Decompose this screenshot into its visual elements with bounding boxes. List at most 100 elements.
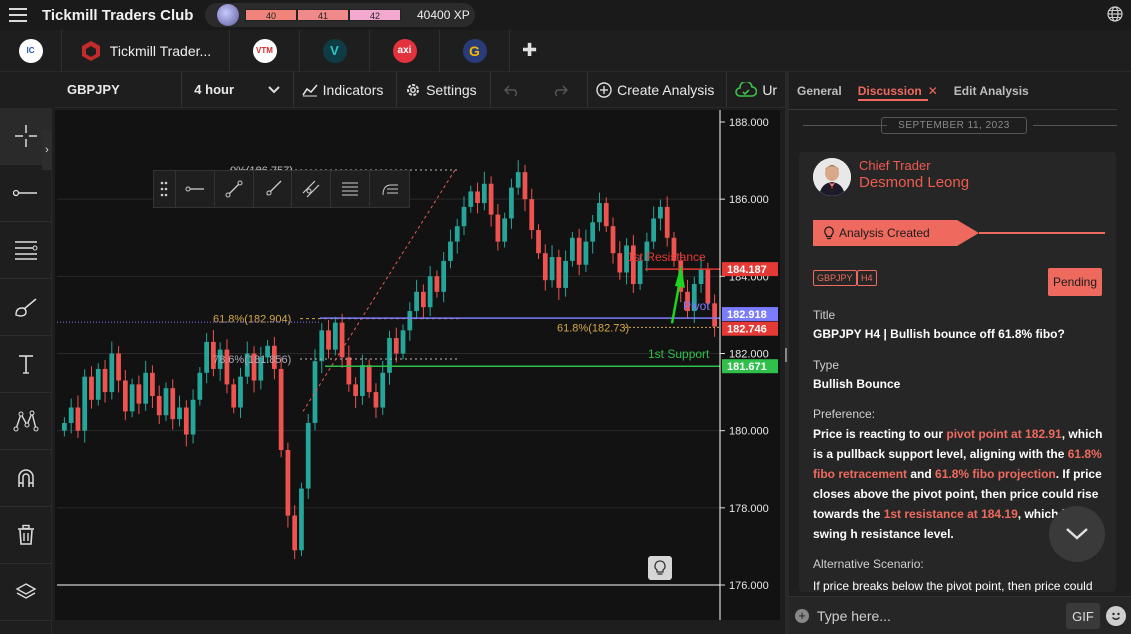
candle-body <box>610 226 616 254</box>
date-divider: SEPTEMBER 11, 2023 <box>789 116 1119 134</box>
candle-body <box>603 203 609 227</box>
fibonacci-tool[interactable] <box>0 222 52 279</box>
hamburger-icon[interactable] <box>0 0 36 30</box>
brush-tool[interactable] <box>0 279 52 336</box>
globe-icon[interactable] <box>1107 6 1123 22</box>
text-tool[interactable] <box>0 336 52 393</box>
magnet-tool[interactable] <box>0 450 52 507</box>
xp-progress[interactable]: 40 41 42 40400 XP <box>205 3 475 27</box>
indicators-label: Indicators <box>322 81 384 98</box>
tab-broker-g[interactable]: G <box>440 29 510 72</box>
redo-button[interactable] <box>538 72 589 107</box>
lightbulb-icon[interactable] <box>648 556 672 580</box>
avatar[interactable] <box>813 158 851 196</box>
candle-body <box>183 407 189 435</box>
candle-body <box>563 260 568 288</box>
candle-body <box>509 187 514 219</box>
horizontal-ray-icon[interactable] <box>176 171 215 207</box>
tab-icmarkets[interactable]: IC <box>0 29 62 72</box>
emoji-icon[interactable] <box>1106 606 1126 626</box>
projection-label: 61.8%(182.73) <box>557 322 629 334</box>
top-bar: Tickmill Traders Club 40 41 42 40400 XP <box>0 0 1131 30</box>
candle-body <box>475 191 480 204</box>
candle-body <box>542 253 548 281</box>
brush-icon <box>15 298 37 317</box>
tab-tickmill[interactable]: Tickmill Trader... <box>62 29 230 72</box>
chevron-right-icon[interactable]: › <box>42 130 52 170</box>
axis-tick-label: 180.000 <box>729 426 769 438</box>
line-tool[interactable] <box>0 165 52 222</box>
candle-body <box>570 237 575 261</box>
parallel-channel-icon[interactable] <box>292 171 332 207</box>
ray-line-icon[interactable] <box>254 171 293 207</box>
type-label: Type <box>813 358 840 372</box>
trend-line-icon[interactable] <box>215 171 254 207</box>
candle-body <box>576 237 582 265</box>
candle-body <box>312 361 318 423</box>
candle-body <box>292 515 298 551</box>
delete-tool[interactable] <box>0 507 52 564</box>
tab-general[interactable]: General <box>789 72 850 110</box>
symbol-tag: GBPJPY <box>813 270 857 286</box>
create-analysis-button[interactable]: Create Analysis <box>588 72 728 107</box>
candle-body <box>515 172 521 188</box>
indicators-icon <box>302 83 318 96</box>
price-label: 184.187 <box>727 264 767 276</box>
candle-body <box>481 183 487 204</box>
scroll-down-button[interactable] <box>1049 506 1105 562</box>
fib-extension-icon[interactable] <box>370 171 409 207</box>
candle-body <box>204 341 209 373</box>
candle-body <box>129 384 135 412</box>
candle-body <box>387 338 392 373</box>
horizontal-line-icon <box>13 189 37 197</box>
timeframe-selector[interactable]: 4 hour <box>182 72 294 107</box>
chart-toolbar: GBPJPY 4 hour Indicators Settings Create… <box>55 72 787 108</box>
date-label: SEPTEMBER 11, 2023 <box>881 116 1027 134</box>
tab-discussion[interactable]: Discussion ✕ <box>850 72 946 110</box>
candle-body <box>366 365 372 393</box>
status-banner-text: Analysis Created <box>839 226 930 240</box>
add-tab-icon[interactable]: ✚ <box>522 40 537 61</box>
title-label: Title <box>813 308 836 322</box>
candle-body <box>427 276 433 308</box>
tab-vantage[interactable]: V <box>300 29 370 72</box>
tab-broker-red[interactable]: VTM <box>230 29 300 72</box>
analysis-created-label: Analysis Created <box>813 220 969 246</box>
lightbulb-icon <box>824 226 834 240</box>
tab-axi[interactable]: axi <box>370 29 440 72</box>
candle-body <box>380 372 386 408</box>
text-icon <box>19 355 33 374</box>
attach-plus-icon[interactable]: + <box>795 608 809 623</box>
message-input[interactable] <box>817 602 1057 629</box>
trash-icon <box>18 524 34 545</box>
fib-levels-icon[interactable] <box>331 171 371 207</box>
candle-body <box>68 407 74 423</box>
layers-tool[interactable] <box>0 564 52 621</box>
upload-button[interactable]: Ur <box>727 72 787 107</box>
candle-body <box>712 303 717 327</box>
candle-body <box>637 260 643 285</box>
axis-tick-label: 176.000 <box>729 580 769 592</box>
candle-body <box>488 183 494 215</box>
close-icon[interactable]: ✕ <box>928 84 938 98</box>
candle-body <box>346 357 352 385</box>
candle-body <box>651 218 657 242</box>
drag-handle-icon[interactable] <box>154 171 176 207</box>
upload-label: Ur <box>762 81 778 98</box>
symbol-selector[interactable]: GBPJPY <box>55 72 183 107</box>
candle-body <box>360 365 365 396</box>
settings-button[interactable]: Settings <box>397 72 491 107</box>
author-name[interactable]: Desmond Leong <box>859 174 969 191</box>
indicators-button[interactable]: Indicators <box>294 72 398 107</box>
tab-edit-analysis[interactable]: Edit Analysis <box>946 72 1037 110</box>
candle-body <box>461 206 467 227</box>
candle-body <box>326 330 331 350</box>
pattern-tool[interactable] <box>0 393 52 450</box>
candle-body <box>82 376 88 431</box>
redo-icon <box>555 84 569 96</box>
gif-button[interactable]: GIF <box>1066 603 1100 629</box>
candle-body <box>658 206 663 219</box>
undo-button[interactable] <box>491 72 539 107</box>
candle-body <box>353 384 359 396</box>
status-badge[interactable]: Pending <box>1048 268 1102 296</box>
